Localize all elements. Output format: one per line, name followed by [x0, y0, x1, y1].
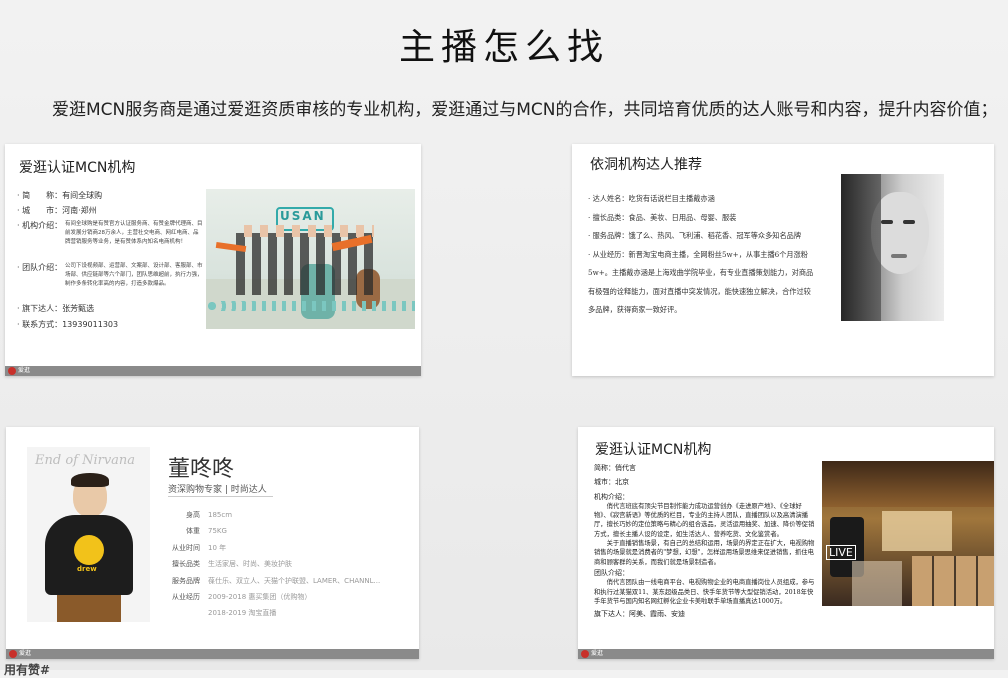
brand-logo-icon [9, 650, 17, 658]
row-value: 公司下设视频部、运营部、文案部、设计部、客服部、市场部、供应链部等六个部门，团队… [65, 263, 203, 287]
talent-photo: End of Nirvana drew [27, 447, 150, 622]
info-line: 城市：北京 [594, 478, 629, 487]
row-label: · 联系方式： [17, 320, 63, 329]
footer-brand: 爱逛 [18, 367, 31, 374]
row-contact: · 联系方式：13939011303 [17, 319, 118, 331]
detail-value: 葆仕乐、双立人、天猫个护联盟、LAMER、CHANNL... [208, 576, 381, 585]
info-line: · 达人姓名：吃货有话说栏目主播戴亦涵 [588, 194, 715, 203]
row-label: · 旗下达人： [17, 304, 63, 313]
detail-value: 75KG [208, 527, 227, 536]
row-team-intro: · 团队介绍： 公司下设视频部、运营部、文案部、设计部、客服部、市场部、供应链部… [17, 262, 203, 289]
info-line: · 擅长品类：食品、美妆、日用品、母婴、服装 [588, 212, 737, 222]
detail-row: 从业时间 10 年 [146, 540, 416, 556]
info-line: 多品牌，获得商家一致好评。 [588, 305, 682, 314]
row-value: 13939011303 [62, 320, 119, 329]
detail-row: 体重 75KG [146, 523, 416, 539]
row-label: · 团队介绍： [17, 263, 63, 272]
detail-value: 2009-2018 惠买集团（优购物） [208, 593, 312, 602]
footer-brand: 爱逛 [19, 650, 32, 657]
live-sign: LIVE [826, 545, 856, 560]
row-value: 张芳甄选 [62, 304, 95, 313]
info-line: 机构介绍： [594, 492, 629, 501]
info-paragraph: 俏代言班底有顶尖节目制作能力成功运营创办《走进原产地》、《全球好物》、《寂宫新语… [594, 502, 815, 538]
info-paragraph: 俏代言团队由一线电商平台、电视购物企业的电商直播岗位人员组成，参与和执行过某猫双… [594, 579, 815, 605]
org-info: 简称：俏代言 城市：北京 机构介绍： 俏代言班底有顶尖节目制作能力成功运营创办《… [594, 464, 816, 619]
row-value: 河南·郑州 [62, 206, 97, 215]
studio-photo: LIVE [822, 461, 994, 606]
row-value: 有间全球购 [62, 191, 103, 200]
page-subtitle: 爱逛MCN服务商是通过爱逛资质审核的专业机构，爱逛通过与MCN的合作，共同培育优… [52, 100, 998, 120]
row-city: · 城 市：河南·郑州 [17, 205, 97, 217]
detail-value: 10 年 [208, 543, 227, 552]
row-talent: · 旗下达人：张芳甄选 [17, 303, 94, 315]
talent-name: 董咚咚 [168, 457, 235, 482]
card-footer: 爱逛 [578, 649, 994, 659]
row-label: · 机构介绍： [17, 221, 63, 230]
card-footer: 爱逛 [5, 366, 421, 376]
talent-portrait [841, 174, 944, 321]
row-label: · 简 称： [17, 191, 63, 200]
talent-tagline: 资深购物专家 | 时尚达人 [168, 485, 267, 495]
detail-label: 身高 [186, 511, 200, 519]
info-line: 简称：俏代言 [594, 464, 636, 472]
row-value: 有间全球购是有赞官方认证服务商、有赞金牌代理商、目前发展分销商28万余人，主营社… [65, 221, 203, 245]
photo-caption: End of Nirvana [35, 453, 136, 468]
info-line: 有极强的诠释能力，面对直播中突发情况，能快速独立解决，合作过较 [588, 286, 811, 296]
detail-value: 2018-2019 淘宝直播 [208, 609, 277, 618]
row-short-name: · 简 称：有间全球购 [17, 190, 102, 202]
detail-label: 从业经历 [172, 593, 200, 602]
mcn-card-1: 爱逛认证MCN机构 · 简 称：有间全球购 · 城 市：河南·郑州 · 机构介绍… [5, 144, 421, 376]
footer-brand: 爱逛 [591, 650, 604, 657]
info-line: · 服务品牌：饿了么、热风、飞利浦、稻花香、冠军等众多知名品牌 [588, 231, 802, 240]
team-photo: USAN [206, 189, 415, 329]
talent-card-2: 依洞机构达人推荐 · 达人姓名：吃货有话说栏目主播戴亦涵 · 擅长品类：食品、美… [572, 144, 994, 376]
detail-label: 擅长品类 [172, 560, 200, 569]
info-line: 团队介绍： [594, 568, 629, 577]
detail-row: 2018-2019 淘宝直播 [146, 605, 416, 621]
card-footer: 爱逛 [6, 649, 419, 659]
row-label: · 城 市： [17, 206, 63, 215]
detail-value: 生活家居、时尚、美妆护肤 [208, 560, 292, 569]
detail-row: 服务品牌 葆仕乐、双立人、天猫个护联盟、LAMER、CHANNL... [146, 573, 416, 589]
detail-label: 服务品牌 [172, 576, 200, 585]
card-title: 爱逛认证MCN机构 [19, 160, 136, 176]
mcn-card-4: 爱逛认证MCN机构 简称：俏代言 城市：北京 机构介绍： 俏代言班底有顶尖节目制… [578, 427, 994, 659]
detail-label: 体重 [186, 527, 200, 536]
talent-info: · 达人姓名：吃货有话说栏目主播戴亦涵 · 擅长品类：食品、美妆、日用品、母婴、… [588, 190, 848, 320]
row-org-intro: · 机构介绍： 有间全球购是有赞官方认证服务商、有赞金牌代理商、目前发展分销商2… [17, 220, 203, 247]
detail-row: 擅长品类 生活家居、时尚、美妆护肤 [146, 556, 416, 572]
detail-value: 185cm [208, 511, 233, 519]
info-line: · 从业经历：新晋淘宝电商主播，全网粉丝5w+，从事主播6个月涨粉 [588, 249, 808, 259]
wall-sign: USAN [280, 209, 326, 223]
card-title: 依洞机构达人推荐 [590, 157, 702, 173]
detail-row: 身高 185cm [146, 507, 416, 523]
page-title: 主播怎么找 [398, 27, 609, 68]
detail-row: 从业经历 2009-2018 惠买集团（优购物） [146, 589, 416, 605]
talent-card-3: End of Nirvana drew 董咚咚 资深购物专家 | 时尚达人 身高… [6, 427, 419, 659]
hoodie-print: drew [77, 565, 97, 573]
talent-details: 身高 185cm 体重 75KG 从业时间 10 年 擅长品类 生活家居、时尚、美妆护肤… [146, 507, 416, 622]
brand-logo-icon [581, 650, 589, 658]
brand-logo-icon [8, 367, 16, 375]
detail-label: 从业时间 [172, 543, 200, 552]
card-title: 爱逛认证MCN机构 [595, 442, 712, 458]
info-line: 5w+。主播戴亦涵是上海戏曲学院毕业，有专业直播策划能力，对商品 [588, 268, 814, 277]
info-paragraph: 关于直播销售场景，有自己的总结和运用，场景的界定正在扩大，电视购物销售的场景就是… [594, 540, 815, 566]
info-line: 旗下达人：阿美、霞雨、安迪 [594, 610, 685, 619]
